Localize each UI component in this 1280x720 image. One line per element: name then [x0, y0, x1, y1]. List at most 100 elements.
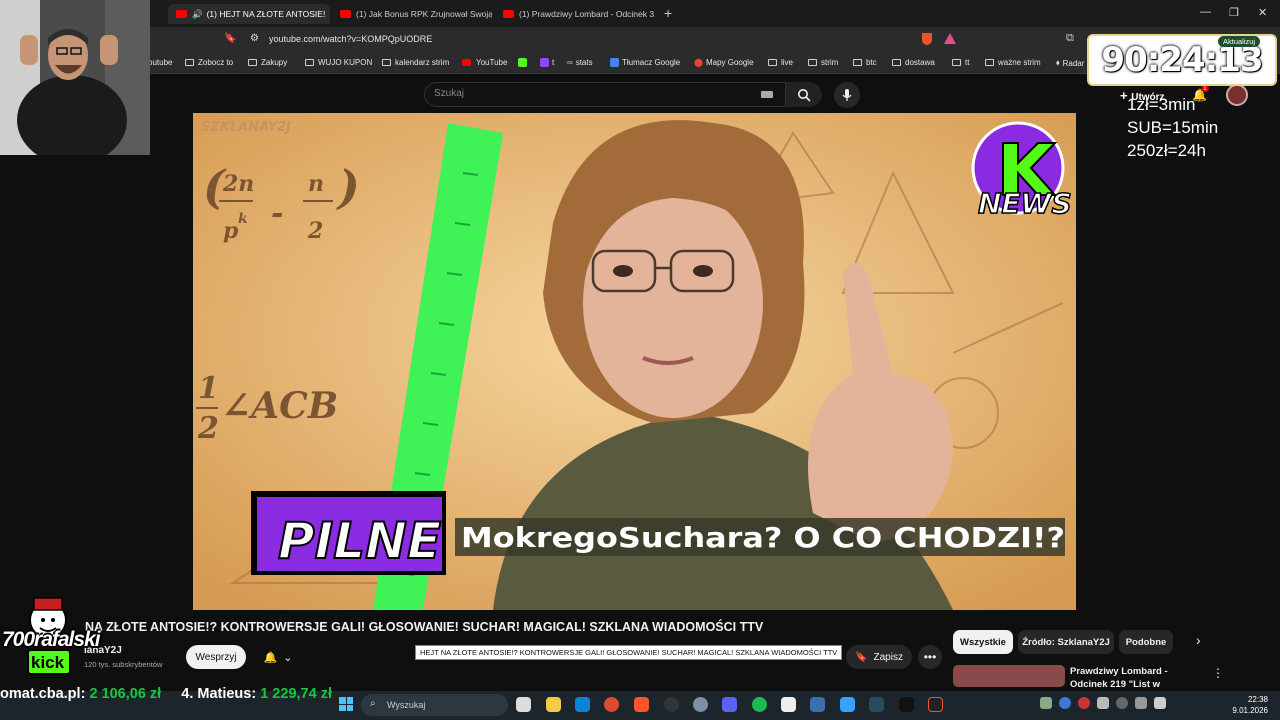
kick-label: kick — [31, 653, 65, 672]
obs-icon[interactable] — [664, 697, 679, 712]
youtube-favicon-icon — [503, 10, 514, 18]
app-icon[interactable] — [869, 697, 884, 712]
file-explorer-icon[interactable] — [546, 697, 561, 712]
bookmark-item[interactable]: ⬤ Mapy Google — [694, 58, 754, 67]
bookmark-item[interactable]: ∞ stats — [567, 58, 593, 67]
bell-icon: 🔔 — [263, 651, 278, 664]
chip-source[interactable]: Źródło: SzklanaY2J — [1018, 630, 1114, 654]
voice-search-button[interactable] — [834, 82, 860, 108]
rewards-icon[interactable] — [944, 33, 956, 44]
clock-date: 9.01.2026 — [1232, 706, 1268, 715]
search-placeholder: Szukaj — [434, 88, 465, 99]
svg-text:2: 2 — [307, 218, 323, 244]
minimize-icon[interactable]: — — [1200, 6, 1211, 18]
svg-text:2n: 2n — [222, 171, 254, 197]
task-view-icon[interactable] — [516, 697, 531, 712]
svg-text:2: 2 — [197, 411, 219, 446]
store-icon[interactable] — [575, 697, 590, 712]
kick-bookmark-icon[interactable] — [518, 58, 527, 67]
svg-text:p: p — [223, 218, 239, 244]
save-icon: 🔖 — [855, 651, 868, 663]
clock-time: 22:38 — [1247, 695, 1268, 704]
app-icon[interactable] — [810, 697, 825, 712]
video-thumbnail: ( 2n p k - n 2 ) 1 2 ∠ACB SZKLANAY2J NEW… — [193, 113, 1076, 610]
chevron-right-icon[interactable]: › — [1196, 632, 1201, 648]
tab-active[interactable]: 🔊 (1) HEJT NA ZŁOTE ANTOSIE! ✕ — [168, 4, 330, 24]
app-icon[interactable] — [840, 697, 855, 712]
bookmark-item[interactable]: t — [540, 58, 554, 67]
search-button[interactable] — [786, 82, 822, 107]
ticker-rank: 4. Matieus: — [181, 686, 257, 702]
account-avatar[interactable] — [1226, 84, 1248, 106]
bookmark-item[interactable]: live — [768, 58, 793, 67]
more-actions-button[interactable]: ••• — [918, 645, 942, 669]
chip-all[interactable]: Wszystkie — [953, 630, 1013, 654]
svg-text:-: - — [271, 196, 283, 231]
bookmark-item[interactable]: ważne strim — [985, 58, 1041, 67]
tab-3[interactable]: (1) Prawdziwy Lombard - Odcinek 31 — [495, 4, 655, 24]
speaker-icon: 🔊 — [192, 8, 203, 19]
tab-bar: 🔊 (1) HEJT NA ZŁOTE ANTOSIE! ✕ (1) Jak B… — [0, 0, 1280, 27]
app-icon[interactable] — [928, 697, 943, 712]
donation-ticker: omat.cba.pl: 2 106,06 zł 4. Matieus: 1 2… — [0, 686, 460, 704]
bookmark-item[interactable]: outube — [148, 58, 172, 67]
rate-line: 250zł=24h — [1127, 141, 1206, 160]
new-tab-button[interactable]: + — [664, 5, 672, 21]
bookmark-item[interactable]: dostawa — [892, 58, 935, 67]
kick-streamer-logo: 700rafalski kick — [0, 590, 101, 676]
recommended-thumbnail[interactable] — [953, 665, 1065, 687]
recommended-title[interactable]: Prawdziwy Lombard - Odcinek 219 "List w … — [1070, 665, 1200, 687]
update-button[interactable]: Aktualizuj — [1218, 36, 1261, 47]
bookmark-item[interactable]: strim — [808, 58, 838, 67]
bookmark-item[interactable]: Zobocz to — [185, 58, 233, 67]
site-info-icon[interactable]: ⚙ — [250, 33, 259, 44]
close-window-icon[interactable]: ✕ — [1258, 6, 1267, 19]
ticker-prefix: omat.cba.pl: — [0, 686, 86, 702]
spotify-icon[interactable] — [752, 697, 767, 712]
bookmark-item[interactable]: Tłumacz Google — [610, 58, 680, 67]
tab-label: (1) Jak Bonus RPK Zrujnował Swoją R — [356, 9, 492, 19]
app-icon[interactable] — [899, 697, 914, 712]
tab-2[interactable]: (1) Jak Bonus RPK Zrujnował Swoją R — [332, 4, 492, 24]
svg-text:k: k — [238, 211, 248, 227]
bookmark-item[interactable]: tt — [952, 58, 969, 67]
tab-label: (1) HEJT NA ZŁOTE ANTOSIE! — [206, 9, 326, 19]
svg-text:1: 1 — [198, 371, 219, 406]
taskbar-clock[interactable]: 22:38 9.01.2026 — [1230, 694, 1268, 716]
extensions-icon[interactable]: ⧉ — [1066, 32, 1074, 45]
video-player[interactable]: ( 2n p k - n 2 ) 1 2 ∠ACB SZKLANAY2J NEW… — [193, 113, 1076, 610]
keyboard-icon[interactable] — [761, 91, 773, 98]
subscriber-count: 120 tys. subskrybentów — [84, 660, 163, 669]
bookmark-item[interactable]: kalendarz strim — [382, 58, 449, 67]
notification-badge: 1 — [1201, 85, 1209, 92]
discord-icon[interactable] — [722, 697, 737, 712]
brave-icon[interactable] — [634, 697, 649, 712]
microphone-icon — [842, 89, 852, 101]
chrome-icon[interactable] — [604, 697, 619, 712]
svg-text:n: n — [308, 171, 324, 197]
subscription-bell-button[interactable]: 🔔 ⌄ — [256, 645, 300, 669]
pilne-badge: PILNE — [278, 512, 441, 570]
ticker-amount: 2 106,06 zł — [89, 686, 162, 702]
search-input[interactable] — [424, 82, 786, 107]
bookmark-item[interactable]: YouTube — [462, 58, 507, 67]
youtube-favicon-icon — [176, 10, 187, 18]
maximize-icon[interactable]: ❐ — [1229, 6, 1239, 19]
chip-related[interactable]: Podobne — [1119, 630, 1173, 654]
bookmark-icon[interactable]: 🔖 — [224, 33, 236, 44]
url-field[interactable]: youtube.com/watch?v=KOMPQpUODRE — [269, 34, 432, 44]
recommended-more-icon[interactable]: ⋮ — [1212, 666, 1224, 680]
save-button[interactable]: 🔖 Zapisz — [846, 645, 912, 669]
video-title: NA ZŁOTE ANTOSIE!? KONTROWERSJE GALI! GŁ… — [85, 620, 764, 634]
bookmark-item[interactable]: WUJO KUPON — [305, 58, 372, 67]
search-icon — [798, 88, 811, 102]
bookmark-item[interactable]: btc — [853, 58, 877, 67]
support-button[interactable]: Wesprzyj — [186, 645, 246, 669]
thumbnail-watermark: SZKLANAY2J — [201, 120, 291, 135]
chevron-down-icon: ⌄ — [283, 651, 293, 664]
brave-shield-icon[interactable] — [922, 33, 932, 45]
app-icon[interactable] — [781, 697, 796, 712]
bookmark-item[interactable]: Zakupy — [248, 58, 287, 67]
app-icon[interactable] — [693, 697, 708, 712]
system-tray[interactable] — [1040, 697, 1210, 711]
